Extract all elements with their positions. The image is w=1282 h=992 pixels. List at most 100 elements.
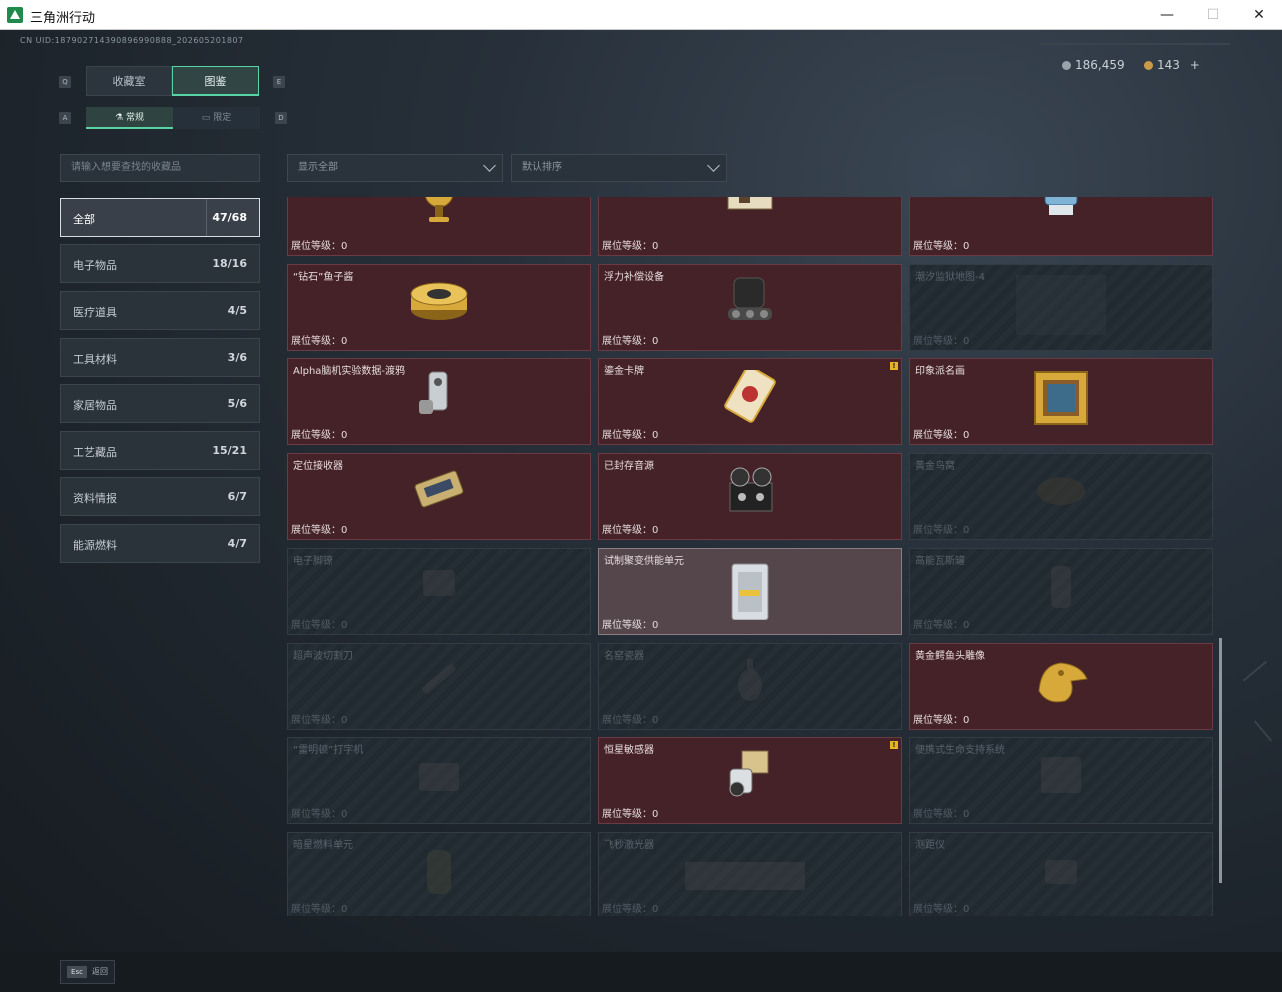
chess-box-icon xyxy=(720,197,780,245)
add-currency-button[interactable]: + xyxy=(1190,58,1200,72)
map-icon xyxy=(1016,274,1106,341)
collection-item-card[interactable]: 高能瓦斯罐 展位等级：0 xyxy=(909,548,1213,635)
category-count: 18/16 xyxy=(212,257,247,270)
item-display-level: 展位等级：0 xyxy=(913,809,970,820)
search-input[interactable]: 请输入想要查找的收藏品 xyxy=(60,154,260,182)
item-name: 暗星燃料单元 xyxy=(293,840,353,851)
top-divider xyxy=(1040,43,1230,45)
collection-item-card[interactable]: 鎏金卡牌 展位等级：0! xyxy=(598,358,902,445)
category-label: 工艺藏品 xyxy=(73,446,117,459)
collection-item-card[interactable]: 展位等级：0 xyxy=(598,197,902,256)
collection-item-card[interactable]: Alpha脑机实验数据-渡鸦 展位等级：0 xyxy=(287,358,591,445)
item-name: 电子脚镣 xyxy=(293,556,333,567)
category-label: 全部 xyxy=(73,213,95,226)
item-display-level: 展位等级：0 xyxy=(913,525,970,536)
collection-item-card[interactable]: 已封存音源展位等级：0 xyxy=(598,453,902,540)
subtab-limited[interactable]: ▭ 限定 xyxy=(173,107,260,129)
item-display-level: 展位等级：0 xyxy=(291,525,348,536)
category-label: 工具材料 xyxy=(73,353,117,366)
category-item[interactable]: 医疗道具 4/5 xyxy=(60,291,260,330)
category-count: 4/5 xyxy=(227,304,247,317)
maximize-button[interactable]: ☐ xyxy=(1190,0,1236,30)
item-name: 便携式生命支持系统 xyxy=(915,745,1005,756)
category-item[interactable]: 工具材料 3/6 xyxy=(60,338,260,377)
fusion-cell-icon xyxy=(720,560,780,624)
category-count: 15/21 xyxy=(212,444,247,457)
back-label: 返回 xyxy=(92,967,108,976)
item-display-level: 展位等级：0 xyxy=(291,336,348,347)
bottom-bar xyxy=(0,952,1282,992)
grid-scrollbar[interactable] xyxy=(1219,638,1222,883)
category-item[interactable]: 能源燃料 4/7 xyxy=(60,524,260,563)
item-display-level: 展位等级：0 xyxy=(291,620,348,631)
collection-item-card[interactable]: 展位等级：0 xyxy=(909,197,1213,256)
tab-catalog[interactable]: 图鉴 xyxy=(172,66,259,96)
game-screen: CN UID:187902714390896990888_20260520180… xyxy=(0,30,1282,992)
collection-item-card[interactable]: 恒星敏感器 展位等级：0! xyxy=(598,737,902,824)
minimize-button[interactable]: — xyxy=(1144,0,1190,30)
item-display-level: 展位等级：0 xyxy=(602,904,659,915)
tab-next-key: E xyxy=(273,76,285,88)
esc-key-hint: Esc xyxy=(67,966,87,978)
token-balance: 143 + xyxy=(1144,58,1200,72)
category-item[interactable]: 资料情报 6/7 xyxy=(60,477,260,516)
item-display-level: 展位等级：0 xyxy=(602,715,659,726)
item-display-level: 展位等级：0 xyxy=(291,715,348,726)
receiver-icon xyxy=(409,465,469,529)
subtab-regular[interactable]: ⚗ 常规 xyxy=(86,107,173,129)
category-item[interactable]: 家居物品 5/6 xyxy=(60,384,260,423)
data-drive-icon xyxy=(409,370,469,434)
collection-item-card[interactable]: 电子脚镣展位等级：0 xyxy=(287,548,591,635)
rangefinder-icon xyxy=(1031,844,1091,908)
collection-item-card[interactable]: 黄金鸟窝 展位等级：0 xyxy=(909,453,1213,540)
category-item[interactable]: 工艺藏品 15/21 xyxy=(60,431,260,470)
item-display-level: 展位等级：0 xyxy=(602,336,659,347)
collection-item-card[interactable]: “钻石”鱼子酱 展位等级：0 xyxy=(287,264,591,351)
item-display-level: 展位等级：0 xyxy=(602,525,659,536)
sort-dropdown[interactable]: 默认排序 xyxy=(511,154,727,182)
back-button[interactable]: Esc 返回 xyxy=(60,960,115,984)
collection-item-card[interactable]: 浮力补偿设备 展位等级：0 xyxy=(598,264,902,351)
buoyancy-device-icon xyxy=(720,276,780,340)
coin-balance: 186,459 xyxy=(1062,58,1125,72)
item-name: 定位接收器 xyxy=(293,461,343,472)
collection-item-card[interactable]: 名窑瓷器 展位等级：0 xyxy=(598,643,902,730)
chevron-down-icon xyxy=(483,159,496,172)
item-display-level: 展位等级：0 xyxy=(913,336,970,347)
coin-amount: 186,459 xyxy=(1075,58,1125,72)
item-display-level: 展位等级：0 xyxy=(291,430,348,441)
window-titlebar: 三角洲行动 — ☐ ✕ xyxy=(0,0,1282,30)
fuel-cell-icon xyxy=(409,844,469,908)
item-display-level: 展位等级：0 xyxy=(913,241,970,252)
tape-recorder-icon xyxy=(720,465,780,529)
collection-item-card[interactable]: 便携式生命支持系统 展位等级：0 xyxy=(909,737,1213,824)
collection-item-card[interactable]: 暗星燃料单元 展位等级：0 xyxy=(287,832,591,916)
item-display-level: 展位等级：0 xyxy=(913,430,970,441)
category-item[interactable]: 电子物品 18/16 xyxy=(60,244,260,283)
collection-item-card[interactable]: 测距仪展位等级：0 xyxy=(909,832,1213,916)
collection-item-card[interactable]: 黄金鳄鱼头雕像 展位等级：0 xyxy=(909,643,1213,730)
item-display-level: 展位等级：0 xyxy=(291,904,348,915)
item-grid: 展位等级：0 展位等级：0 展位等级：0 “钻石”鱼子酱 展位等级：0 浮力补偿设备 展位等… xyxy=(287,197,1213,916)
category-count: 6/7 xyxy=(227,490,247,503)
decor-line xyxy=(1242,660,1268,682)
item-display-level: 展位等级：0 xyxy=(291,809,348,820)
subtab-next-key: D xyxy=(275,112,287,124)
collection-item-card[interactable]: 印象派名画 展位等级：0 xyxy=(909,358,1213,445)
category-item[interactable]: 全部 47/68 xyxy=(60,198,260,237)
collection-item-card[interactable]: 飞秒激光器 展位等级：0 xyxy=(598,832,902,916)
category-label: 电子物品 xyxy=(73,259,117,272)
collection-item-card[interactable]: 展位等级：0 xyxy=(287,197,591,256)
collection-item-card[interactable]: 潮汐监狱地图-4 展位等级：0 xyxy=(909,264,1213,351)
collection-item-card[interactable]: 定位接收器展位等级：0 xyxy=(287,453,591,540)
collection-item-card[interactable]: 试制聚变供能单元 展位等级：0 xyxy=(598,548,902,635)
collection-item-card[interactable]: “雷明顿”打字机 展位等级：0 xyxy=(287,737,591,824)
item-display-level: 展位等级：0 xyxy=(913,904,970,915)
collection-item-card[interactable]: 超声波切割刀 展位等级：0 xyxy=(287,643,591,730)
item-name: 测距仪 xyxy=(915,840,945,851)
tab-collection-room[interactable]: 收藏室 xyxy=(86,66,172,96)
item-name: 已封存音源 xyxy=(604,461,654,472)
close-button[interactable]: ✕ xyxy=(1236,0,1282,30)
star-sensor-icon xyxy=(720,749,780,813)
filter-dropdown[interactable]: 显示全部 xyxy=(287,154,503,182)
